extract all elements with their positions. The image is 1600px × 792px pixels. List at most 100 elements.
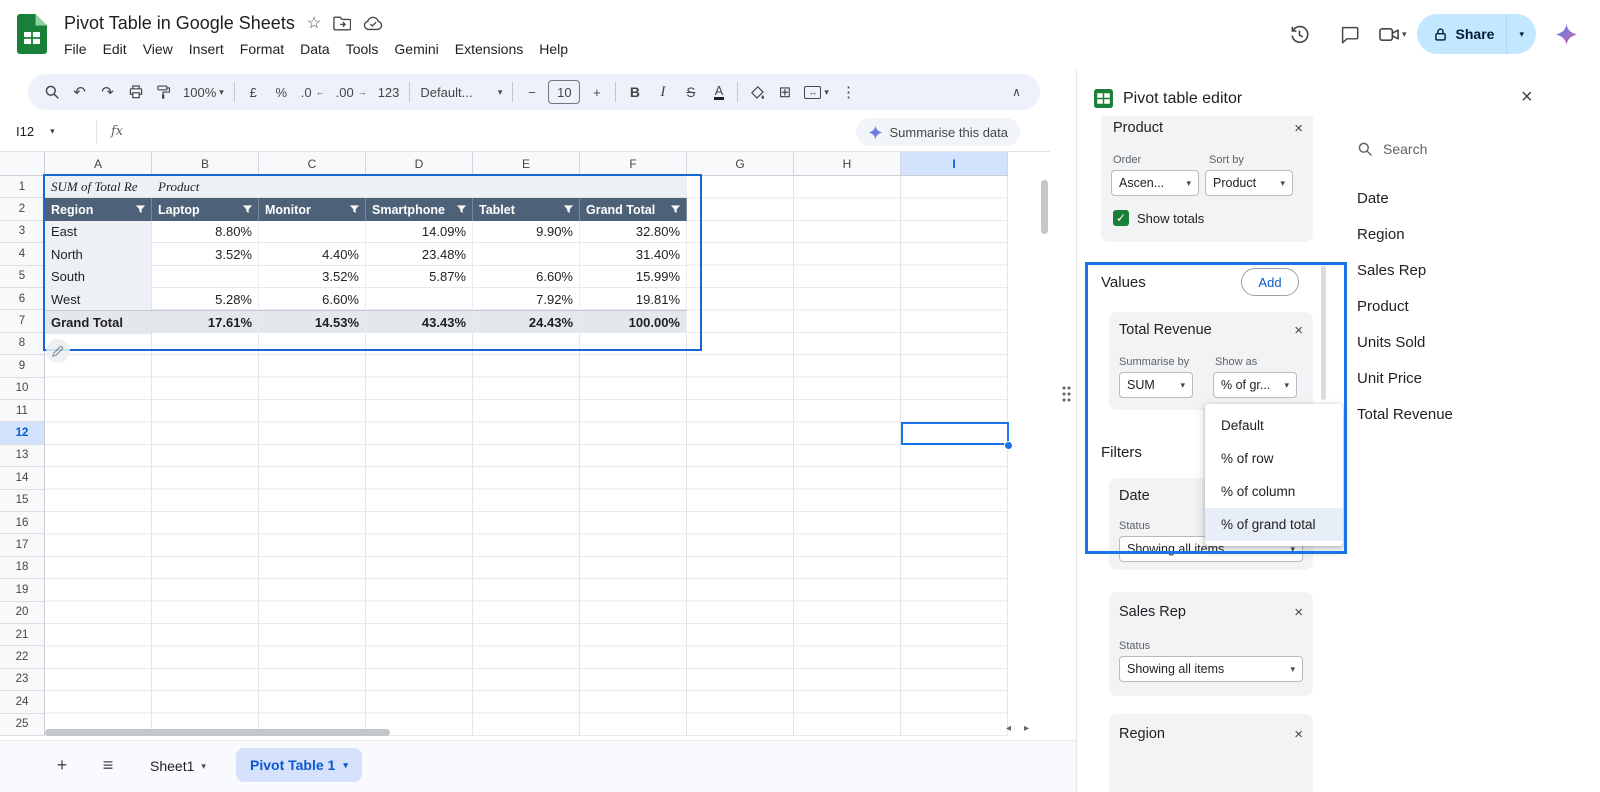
show-as-select[interactable]: % of gr... ▾ xyxy=(1213,372,1297,398)
row-header-15[interactable]: 15 xyxy=(0,489,45,512)
undo-button[interactable]: ↶ xyxy=(66,78,93,106)
panel-close-button[interactable]: × xyxy=(1521,86,1533,109)
row-header-23[interactable]: 23 xyxy=(0,668,45,692)
pivot-value-cell[interactable]: 14.53% xyxy=(259,311,366,334)
join-call-button[interactable]: ▾ xyxy=(1379,26,1407,43)
row-header-22[interactable]: 22 xyxy=(0,646,45,669)
redo-button[interactable]: ↷ xyxy=(94,78,121,106)
currency-format-button[interactable]: £ xyxy=(240,78,267,106)
pivot-header-monitor[interactable]: Monitor xyxy=(259,198,366,221)
menu-option-default[interactable]: Default xyxy=(1205,409,1343,442)
row-header-14[interactable]: 14 xyxy=(0,467,45,490)
pivot-row-label-south[interactable]: South xyxy=(45,265,152,288)
menu-format[interactable]: Format xyxy=(232,37,292,61)
show-totals-checkbox[interactable]: ✓ xyxy=(1113,210,1129,226)
tab-pivot-table-1[interactable]: Pivot Table 1 ▾ xyxy=(236,748,362,782)
row-header-12[interactable]: 12 xyxy=(0,422,45,445)
column-header-e[interactable]: E xyxy=(473,152,580,176)
select-all-corner[interactable] xyxy=(0,152,45,176)
field-product[interactable]: Product xyxy=(1349,288,1593,324)
pivot-value-cell[interactable]: 17.61% xyxy=(152,311,259,334)
row-header-1[interactable]: 1 xyxy=(0,176,45,199)
row-header-18[interactable]: 18 xyxy=(0,556,45,580)
add-sheet-button[interactable]: + xyxy=(46,749,78,781)
pivot-value-cell[interactable]: 19.81% xyxy=(580,288,687,311)
more-toolbar-options-button[interactable]: ⋮ xyxy=(835,78,862,106)
menu-tools[interactable]: Tools xyxy=(338,37,387,61)
row-header-6[interactable]: 6 xyxy=(0,288,45,311)
pivot-header-tablet[interactable]: Tablet xyxy=(473,198,580,221)
remove-total-revenue-button[interactable]: × xyxy=(1294,322,1303,339)
pivot-row-label-east[interactable]: East xyxy=(45,220,152,244)
gemini-button[interactable] xyxy=(1546,14,1586,54)
scroll-right-arrow[interactable]: ▸ xyxy=(1024,723,1029,734)
pivot-value-cell[interactable]: 5.28% xyxy=(152,288,259,311)
italic-button[interactable]: I xyxy=(649,78,676,106)
percent-format-button[interactable]: % xyxy=(268,78,295,106)
increase-decimals-button[interactable]: .00 → xyxy=(331,78,372,106)
pivot-value-cell[interactable]: 15.99% xyxy=(580,265,687,288)
font-size-input[interactable]: 10 xyxy=(548,80,581,104)
menu-insert[interactable]: Insert xyxy=(181,37,232,61)
filter-icon[interactable] xyxy=(456,204,467,215)
field-units-sold[interactable]: Units Sold xyxy=(1349,324,1593,360)
pivot-value-cell[interactable]: 6.60% xyxy=(473,265,580,288)
filter-icon[interactable] xyxy=(563,204,574,215)
row-header-8[interactable]: 8 xyxy=(0,332,45,356)
pivot-corner-label[interactable]: SUM of Total Re xyxy=(45,176,152,198)
selected-cell-I12[interactable] xyxy=(901,422,1009,446)
row-header-24[interactable]: 24 xyxy=(0,691,45,714)
filter-icon[interactable] xyxy=(242,204,253,215)
field-search-input[interactable] xyxy=(1383,141,1553,157)
pivot-value-cell[interactable]: 3.52% xyxy=(152,243,259,266)
strikethrough-button[interactable]: S xyxy=(677,78,704,106)
row-header-13[interactable]: 13 xyxy=(0,444,45,468)
scroll-left-arrow[interactable]: ◂ xyxy=(1006,723,1011,734)
remove-product-button[interactable]: × xyxy=(1294,120,1303,137)
panel-scrollbar-thumb[interactable] xyxy=(1321,266,1326,400)
toolbar-search-button[interactable] xyxy=(38,78,65,106)
filter-icon[interactable] xyxy=(349,204,360,215)
fill-color-button[interactable] xyxy=(743,78,770,106)
column-header-c[interactable]: C xyxy=(259,152,366,176)
remove-sales-rep-button[interactable]: × xyxy=(1294,604,1303,621)
pivot-value-cell[interactable]: 14.09% xyxy=(366,220,473,244)
pivot-value-cell[interactable]: 31.40% xyxy=(580,243,687,266)
pivot-value-cell[interactable]: 43.43% xyxy=(366,311,473,334)
menu-gemini[interactable]: Gemini xyxy=(386,37,446,61)
row-header-7[interactable]: 7 xyxy=(0,310,45,333)
pivot-value-cell[interactable]: 4.40% xyxy=(259,243,366,266)
pivot-value-cell[interactable]: 3.52% xyxy=(259,265,366,288)
remove-region-button[interactable]: × xyxy=(1294,726,1303,743)
pivot-header-region[interactable]: Region xyxy=(45,198,152,221)
column-header-g[interactable]: G xyxy=(687,152,794,176)
sheets-logo-icon[interactable] xyxy=(17,14,49,54)
order-select[interactable]: Ascen... ▾ xyxy=(1111,170,1199,196)
fill-handle[interactable] xyxy=(1004,441,1013,450)
share-options-button[interactable]: ▾ xyxy=(1507,14,1536,54)
field-date[interactable]: Date xyxy=(1349,180,1593,216)
field-total-revenue[interactable]: Total Revenue xyxy=(1349,396,1593,432)
move-to-folder-icon[interactable] xyxy=(333,16,352,31)
text-color-button[interactable]: A xyxy=(705,78,732,106)
decrease-font-size-button[interactable]: − xyxy=(518,78,545,106)
row-header-17[interactable]: 17 xyxy=(0,534,45,557)
decrease-decimals-button[interactable]: .0 ← xyxy=(296,78,330,106)
name-box[interactable]: I12 ▾ xyxy=(0,124,96,139)
column-header-b[interactable]: B xyxy=(152,152,259,176)
number-format-button[interactable]: 123 xyxy=(373,78,405,106)
bold-button[interactable]: B xyxy=(621,78,648,106)
row-header-11[interactable]: 11 xyxy=(0,400,45,423)
pivot-value-cell[interactable]: 9.90% xyxy=(473,220,580,244)
zoom-control[interactable]: 100% ▾ xyxy=(178,78,229,106)
summarise-data-button[interactable]: Summarise this data xyxy=(855,118,1020,146)
paint-format-button[interactable] xyxy=(150,78,177,106)
row-header-16[interactable]: 16 xyxy=(0,512,45,535)
row-header-20[interactable]: 20 xyxy=(0,601,45,624)
filter-icon[interactable] xyxy=(135,204,146,215)
row-header-19[interactable]: 19 xyxy=(0,579,45,602)
menu-edit[interactable]: Edit xyxy=(95,37,135,61)
column-header-d[interactable]: D xyxy=(366,152,473,176)
pivot-value-cell[interactable]: 5.87% xyxy=(366,265,473,288)
pivot-value-cell[interactable]: 100.00% xyxy=(580,311,687,334)
